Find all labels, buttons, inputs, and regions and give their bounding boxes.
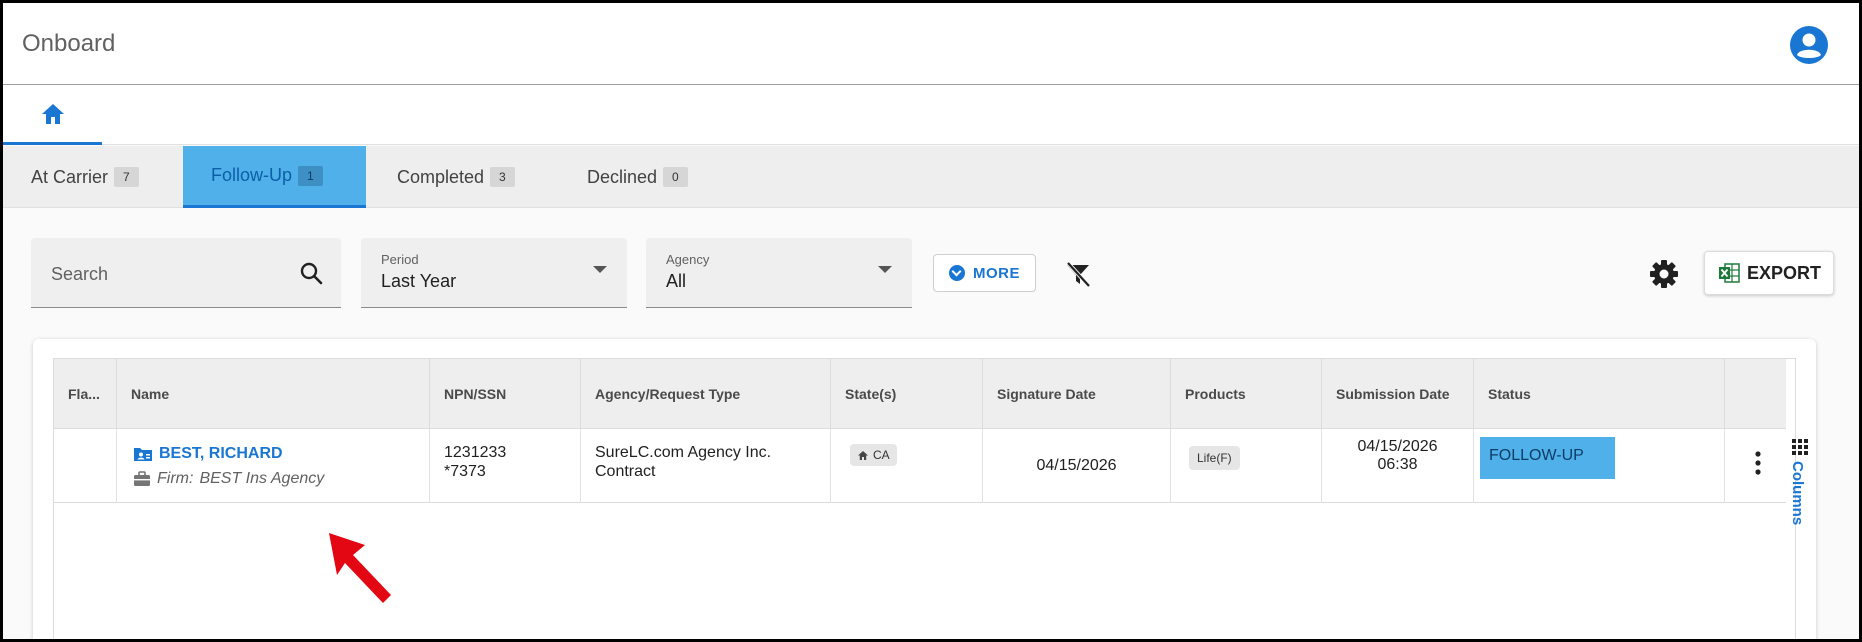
submission-date: 04/15/2026	[1357, 438, 1438, 455]
name-cell: BEST, RICHARD Firm: BEST Ins Agency	[117, 429, 430, 503]
excel-icon	[1718, 263, 1740, 283]
home-tab-strip	[3, 85, 1859, 145]
agency-name: SureLC.com Agency Inc.	[595, 444, 772, 461]
app-title: Onboard	[22, 30, 116, 57]
agency-cell: SureLC.com Agency Inc. Contract	[581, 429, 831, 503]
column-header-flag[interactable]: Fla...	[54, 359, 117, 429]
applicant-name: BEST, RICHARD	[159, 445, 283, 462]
request-type: Contract	[595, 463, 656, 480]
grid-header: Fla... Name NPN/SSN Agency/Request Type …	[54, 359, 1786, 429]
results-grid: Fla... Name NPN/SSN Agency/Request Type …	[53, 358, 1808, 639]
status-cell: FOLLOW-UP	[1474, 429, 1725, 503]
table-row[interactable]: BEST, RICHARD Firm: BEST Ins Agency 1231…	[54, 429, 1786, 503]
more-vert-icon[interactable]	[1755, 451, 1761, 475]
tab-count-badge: 7	[114, 167, 139, 187]
tab-follow-up[interactable]: Follow-Up 1	[183, 146, 366, 208]
period-label: Period	[381, 252, 419, 267]
ssn-value: *7373	[444, 463, 486, 480]
results-card: Fla... Name NPN/SSN Agency/Request Type …	[33, 339, 1816, 639]
columns-label: Columns	[1789, 461, 1806, 526]
products-cell: Life(F)	[1171, 429, 1322, 503]
applicant-name-link[interactable]: BEST, RICHARD	[133, 445, 283, 463]
tab-label: Declined	[587, 166, 658, 187]
tab-declined[interactable]: Declined 0	[559, 146, 716, 208]
status-badge: FOLLOW-UP	[1480, 437, 1615, 479]
tab-completed[interactable]: Completed 3	[369, 146, 543, 208]
contact-folder-icon	[134, 448, 152, 461]
tab-at-carrier[interactable]: At Carrier 7	[3, 146, 167, 208]
tab-label: Completed	[397, 166, 485, 187]
annotation-arrow-icon	[329, 533, 391, 603]
tab-count-badge: 1	[298, 165, 323, 186]
status-tabs: At Carrier 7 Follow-Up 1 Completed 3 Dec…	[3, 146, 1859, 208]
column-header-agency-request-type[interactable]: Agency/Request Type	[581, 359, 831, 429]
column-header-products[interactable]: Products	[1171, 359, 1322, 429]
state-chip: CA	[850, 444, 897, 466]
product-chip: Life(F)	[1189, 446, 1240, 470]
signature-date: 04/15/2026	[1036, 457, 1117, 474]
firm-prefix: Firm:	[157, 470, 194, 487]
submission-time: 06:38	[1377, 456, 1418, 473]
npn-value: 1231233	[444, 444, 507, 461]
more-label: MORE	[973, 264, 1020, 282]
chevron-down-icon	[593, 266, 607, 273]
firm-line: Firm: BEST Ins Agency	[133, 470, 324, 488]
period-value: Last Year	[381, 271, 457, 291]
period-select[interactable]: Period Last Year	[361, 238, 627, 308]
clear-filter-icon[interactable]	[1063, 259, 1093, 289]
search-input[interactable]: Search	[31, 238, 341, 308]
flag-cell	[54, 429, 117, 503]
column-header-name[interactable]: Name	[117, 359, 430, 429]
npn-ssn-cell: 1231233 *7373	[430, 429, 581, 503]
column-header-actions	[1725, 359, 1786, 429]
expand-circle-icon	[949, 265, 965, 281]
tab-label: At Carrier	[31, 166, 109, 187]
home-tab[interactable]	[3, 85, 102, 145]
state-code: CA	[873, 448, 890, 462]
chevron-down-icon	[878, 266, 892, 273]
more-filters-button[interactable]: MORE	[933, 254, 1036, 292]
columns-panel-toggle[interactable]: Columns	[1789, 429, 1809, 549]
tab-count-badge: 0	[663, 167, 688, 187]
account-icon[interactable]	[1789, 25, 1829, 65]
column-header-signature-date[interactable]: Signature Date	[983, 359, 1171, 429]
gear-icon[interactable]	[1648, 258, 1680, 290]
agency-label: Agency	[666, 252, 710, 267]
firm-name: BEST Ins Agency	[199, 470, 325, 487]
signature-date-cell: 04/15/2026	[983, 429, 1171, 503]
submission-date-cell: 04/15/2026 06:38	[1322, 429, 1474, 503]
search-icon[interactable]	[299, 261, 323, 285]
actions-cell	[1725, 429, 1786, 503]
tab-count-badge: 3	[490, 167, 515, 187]
column-header-submission-date[interactable]: Submission Date	[1322, 359, 1474, 429]
column-header-status[interactable]: Status	[1474, 359, 1725, 429]
home-icon	[858, 450, 868, 460]
column-header-states[interactable]: State(s)	[831, 359, 983, 429]
home-icon	[41, 103, 64, 124]
briefcase-icon	[134, 471, 150, 486]
app-window: Onboard At Carrier 7 Follow-Up 1 Complet…	[0, 0, 1862, 642]
export-label: EXPORT	[1746, 262, 1821, 283]
agency-select[interactable]: Agency All	[646, 238, 912, 308]
export-button[interactable]: EXPORT	[1704, 251, 1834, 295]
search-placeholder: Search	[51, 264, 109, 284]
tab-label: Follow-Up	[211, 165, 293, 185]
column-header-npn-ssn[interactable]: NPN/SSN	[430, 359, 581, 429]
app-header: Onboard	[3, 3, 1859, 85]
grid-apps-icon	[1792, 439, 1808, 455]
agency-value: All	[666, 271, 687, 291]
states-cell: CA	[831, 429, 983, 503]
